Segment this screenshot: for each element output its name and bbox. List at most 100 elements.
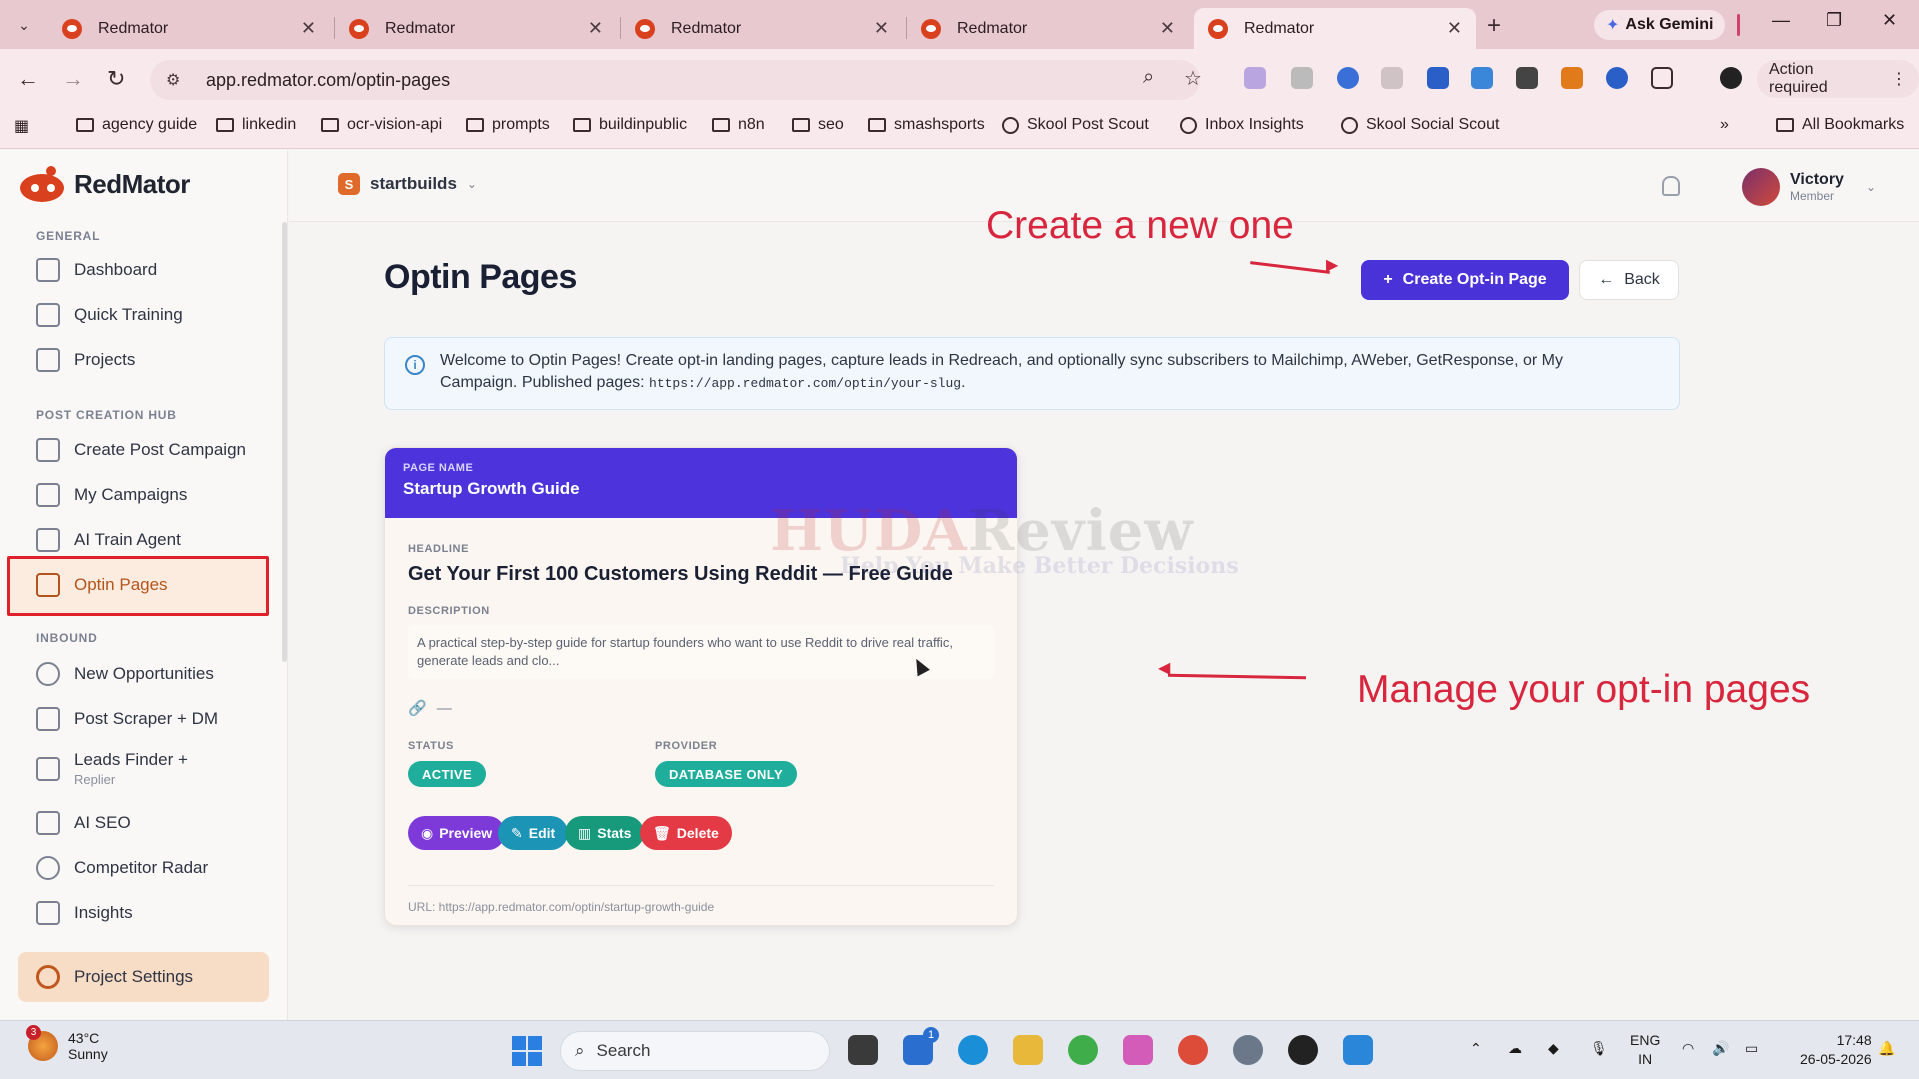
bookmark-folder[interactable]: n8n — [712, 116, 765, 134]
bookmark-folder[interactable]: linkedin — [216, 116, 296, 134]
edit-button[interactable]: ✎ Edit — [498, 816, 569, 850]
back-button[interactable]: ← Back — [1579, 260, 1679, 300]
volume-icon[interactable]: 🔊 — [1712, 1040, 1729, 1057]
close-tab-icon[interactable]: ✕ — [1447, 18, 1462, 39]
microphone-icon[interactable]: 🎙 — [1590, 1040, 1608, 1057]
create-optin-page-button[interactable]: + Create Opt-in Page — [1361, 260, 1569, 300]
user-menu[interactable]: Victory Member ⌄ — [1742, 168, 1876, 206]
bookmark-star-icon[interactable]: ☆ — [1184, 66, 1202, 91]
extensions-puzzle-icon[interactable] — [1651, 67, 1673, 89]
sidebar-scrollbar[interactable] — [282, 222, 287, 662]
copilot-icon[interactable] — [1123, 1035, 1153, 1065]
task-view-icon[interactable] — [848, 1035, 878, 1065]
back-arrow-icon[interactable]: ← — [17, 66, 39, 92]
app-blue-icon[interactable] — [1343, 1035, 1373, 1065]
sidebar-item-quick-training[interactable]: Quick Training — [36, 303, 183, 327]
browser-tab[interactable]: Redmator ✕ — [907, 8, 1189, 49]
brand-logo[interactable]: RedMator — [18, 166, 190, 202]
extension-pen-icon[interactable] — [1244, 67, 1266, 89]
bookmark-folder[interactable]: ocr-vision-api — [321, 116, 442, 134]
sidebar-item-optin-pages[interactable]: Optin Pages — [36, 573, 168, 597]
all-bookmarks[interactable]: All Bookmarks — [1776, 116, 1904, 134]
taskbar-search[interactable]: ⌕ Search — [560, 1031, 830, 1071]
bookmark-folder[interactable]: prompts — [466, 116, 550, 134]
ask-gemini-button[interactable]: ✦ Ask Gemini — [1594, 10, 1726, 40]
settings-gear-icon[interactable] — [1233, 1035, 1263, 1065]
sidebar-item-dashboard[interactable]: Dashboard — [36, 258, 157, 282]
sidebar-item-post-scraper-dm[interactable]: Post Scraper + DM — [36, 707, 218, 731]
tray-app-icon[interactable]: ◆ — [1548, 1040, 1559, 1057]
sidebar-item-create-post-campaign[interactable]: Create Post Campaign — [36, 438, 246, 462]
close-window-icon[interactable]: ✕ — [1882, 10, 1897, 31]
site-info-icon[interactable]: ⚙ — [166, 70, 188, 90]
sidebar-item-new-opportunities[interactable]: New Opportunities — [36, 662, 214, 686]
close-tab-icon[interactable]: ✕ — [1160, 18, 1175, 39]
project-settings-button[interactable]: Project Settings — [18, 952, 269, 1002]
sidebar-item-competitor-radar[interactable]: Competitor Radar — [36, 856, 208, 880]
close-tab-icon[interactable]: ✕ — [588, 18, 603, 39]
bell-icon[interactable] — [1662, 176, 1680, 196]
store-icon[interactable]: 1 — [903, 1027, 939, 1065]
preview-button[interactable]: ◉ Preview — [408, 816, 506, 850]
browser-tab[interactable]: Redmator ✕ — [335, 8, 617, 49]
link-icon[interactable]: 🔗 — [408, 699, 427, 717]
browser-tab[interactable]: Redmator ✕ — [621, 8, 903, 49]
extension-circle-icon[interactable] — [1337, 67, 1359, 89]
bookmarks-overflow-icon[interactable]: » — [1720, 116, 1729, 134]
reload-icon[interactable]: ↻ — [107, 66, 125, 92]
system-clock[interactable]: 17:48 26-05-2026 — [1800, 1031, 1872, 1069]
bookmark-link[interactable]: Inbox Insights — [1180, 116, 1304, 134]
address-bar[interactable]: ⚙ app.redmator.com/optin-pages — [150, 60, 1200, 100]
sidebar-item-insights[interactable]: Insights — [36, 901, 133, 925]
language-indicator[interactable]: ENG IN — [1630, 1031, 1660, 1069]
tab-search-chevron-icon[interactable]: ⌄ — [10, 12, 38, 38]
bookmark-link[interactable]: Skool Post Scout — [1002, 116, 1149, 134]
forward-arrow-icon[interactable]: → — [62, 66, 84, 92]
bookmark-folder[interactable]: smashsports — [868, 116, 985, 134]
profile-avatar-icon[interactable] — [1720, 67, 1742, 89]
weather-widget[interactable]: 3 43°C Sunny — [26, 1025, 108, 1062]
bookmark-folder[interactable]: buildinpublic — [573, 116, 687, 134]
close-tab-icon[interactable]: ✕ — [874, 18, 889, 39]
close-tab-icon[interactable]: ✕ — [301, 18, 316, 39]
extension-orange-icon[interactable] — [1561, 67, 1583, 89]
extension-gear-blue-icon[interactable] — [1471, 67, 1493, 89]
sidebar-item-ai-seo[interactable]: AI SEO — [36, 811, 131, 835]
extension-camera-icon[interactable] — [1291, 67, 1313, 89]
address-url[interactable]: app.redmator.com/optin-pages — [206, 70, 450, 91]
action-required-button[interactable]: Action required ⋮ — [1757, 60, 1919, 98]
tray-chevron-up-icon[interactable]: ⌃ — [1470, 1040, 1482, 1057]
browser-tab-active[interactable]: Redmator ✕ — [1194, 8, 1476, 49]
bookmark-folder[interactable]: seo — [792, 116, 844, 134]
new-tab-plus-icon[interactable]: + — [1487, 12, 1501, 40]
wifi-icon[interactable]: ◠ — [1682, 1040, 1694, 1057]
minimize-icon[interactable]: — — [1772, 10, 1790, 31]
browser-tab[interactable]: Redmator ✕ — [48, 8, 330, 49]
chrome-icon[interactable] — [1178, 1035, 1208, 1065]
bookmark-link[interactable]: Skool Social Scout — [1341, 116, 1499, 134]
extension-home-icon[interactable] — [1381, 67, 1403, 89]
edge-icon[interactable] — [958, 1035, 988, 1065]
stats-button[interactable]: ▥ Stats — [565, 816, 645, 850]
onedrive-icon[interactable]: ☁ — [1508, 1040, 1522, 1057]
sidebar-item-ai-train-agent[interactable]: AI Train Agent — [36, 528, 181, 552]
notification-icon[interactable]: 🔔 — [1878, 1040, 1895, 1057]
sidebar-item-leads-finder-replier[interactable]: Leads Finder + Replier — [36, 750, 188, 787]
sidebar-item-my-campaigns[interactable]: My Campaigns — [36, 483, 187, 507]
extension-r-dark-icon[interactable] — [1516, 67, 1538, 89]
restore-icon[interactable]: ❐ — [1826, 10, 1842, 31]
file-explorer-icon[interactable] — [1013, 1035, 1043, 1065]
apps-grid-icon[interactable]: ▦ — [14, 116, 29, 136]
windows-start-icon[interactable] — [512, 1036, 542, 1066]
zoom-icon[interactable]: ⌕ — [1143, 66, 1154, 89]
extension-r-blue-icon[interactable] — [1427, 67, 1449, 89]
sidebar-item-projects[interactable]: Projects — [36, 348, 135, 372]
workspace-selector[interactable]: S startbuilds ⌄ — [338, 173, 477, 195]
delete-button[interactable]: 🗑 Delete — [640, 816, 732, 850]
bookmark-folder[interactable]: agency guide — [76, 116, 197, 134]
extension-infinity-icon[interactable] — [1606, 67, 1628, 89]
app-black-icon[interactable] — [1288, 1035, 1318, 1065]
kebab-menu-icon[interactable]: ⋮ — [1891, 69, 1907, 89]
battery-icon[interactable]: ▭ — [1745, 1040, 1758, 1057]
photos-icon[interactable] — [1068, 1035, 1098, 1065]
